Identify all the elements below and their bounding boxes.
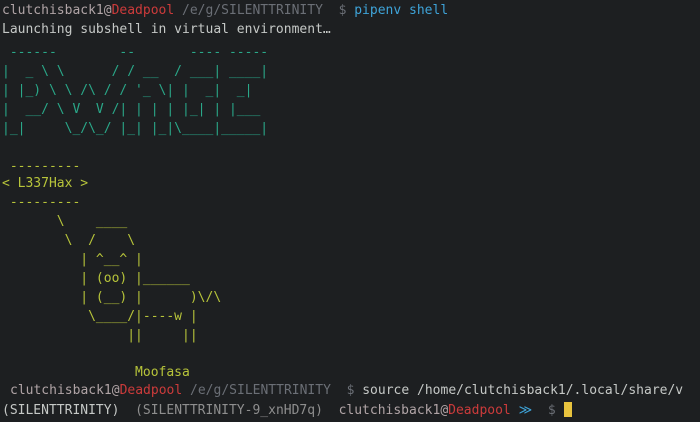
prompt-host: Deadpool xyxy=(448,403,511,418)
command-pipenv: pipenv xyxy=(354,3,402,18)
prompt-symbol: $ xyxy=(547,403,556,418)
cowsay-line: \____/|----w | xyxy=(2,309,198,324)
prompt-symbol: $ xyxy=(338,3,347,18)
prompt-path: /e/g/SILENTTRINITY xyxy=(182,3,323,18)
banner-line: |_| \_/\_/ |_| |_|\____|_____| xyxy=(2,121,269,136)
prompt-host: Deadpool xyxy=(111,3,175,18)
prompt-at: @ xyxy=(111,383,120,398)
banner-line: ------ -- ---- ----- xyxy=(2,45,269,60)
banner-line: | __/ \ V V /| | | | |_| | |___ xyxy=(2,102,261,117)
launch-message: Launching subshell in virtual environmen… xyxy=(2,22,331,37)
cowsay-line: \ ____ xyxy=(2,214,128,229)
prompt-line-3[interactable]: (SILENTTRINITY) (SILENTTRINITY-9_xnHD7q)… xyxy=(2,401,572,420)
cowsay-line: | ^__^ | xyxy=(2,252,143,267)
prompt-user: clutchisback1 xyxy=(10,383,112,398)
cowsay-name: Moofasa xyxy=(2,365,190,380)
cowsay-line: \ / \ xyxy=(2,233,136,248)
prompt-at: @ xyxy=(103,3,112,18)
pipenv-name: (SILENTTRINITY-9_xnHD7q) xyxy=(135,403,323,418)
source-command: source /home/clutchisback1/.local/share/… xyxy=(354,383,684,398)
cowsay-line: < L337Hax > xyxy=(2,176,89,191)
text-cursor[interactable] xyxy=(563,402,572,417)
cowsay-line: --------- xyxy=(2,195,81,210)
prompt-user: clutchisback1 xyxy=(338,403,441,418)
command-shell: shell xyxy=(409,3,449,18)
prompt-host: Deadpool xyxy=(119,383,183,398)
prompt-path: /e/g/SILENTTRINITY xyxy=(190,383,331,398)
prompt-line-1: clutchisback1@Deadpool /e/g/SILENTTRINIT… xyxy=(2,1,448,20)
prompt-arrow-icon: ≫ xyxy=(518,403,533,418)
cowsay-line: | (oo) |______ xyxy=(2,271,190,286)
cowsay-line: | (__) | )\/\ xyxy=(2,290,222,305)
banner-line: | |_) \ \ /\ / / '_ \| | _| _| xyxy=(2,83,253,98)
terminal-window[interactable]: clutchisback1@Deadpool /e/g/SILENTTRINIT… xyxy=(0,0,700,422)
cowsay-line: || || xyxy=(2,328,198,343)
banner-line: | _ \ \ / / __ / ___| ____| xyxy=(2,64,269,79)
prompt-user: clutchisback1 xyxy=(2,3,104,18)
prompt-line-2: clutchisback1@Deadpool /e/g/SILENTTRINIT… xyxy=(10,381,683,400)
prompt-at: @ xyxy=(440,403,449,418)
venv-name: (SILENTTRINITY) xyxy=(2,403,120,418)
